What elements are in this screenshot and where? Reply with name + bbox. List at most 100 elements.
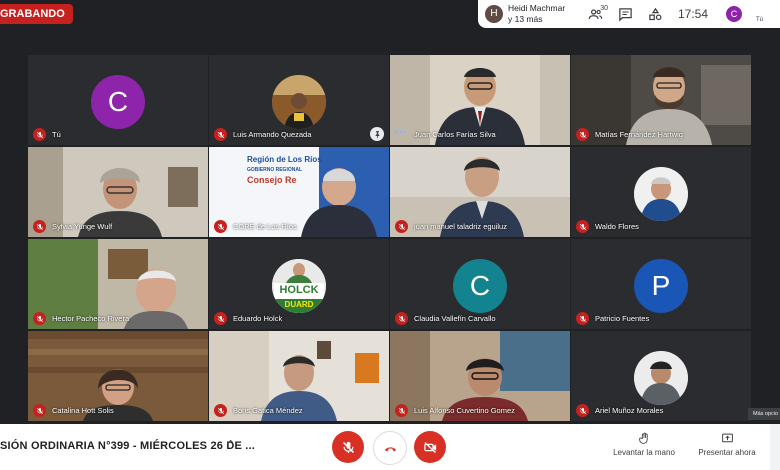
participant-photo (272, 75, 326, 129)
participant-tile[interactable]: Catalina Hott Solis (28, 331, 208, 421)
scrollbar[interactable] (770, 424, 780, 470)
present-icon (721, 433, 733, 443)
host-name: Heidi Machmar (508, 3, 566, 13)
participant-name: Ariel Muñoz Morales (595, 406, 664, 415)
participant-tile[interactable]: Luis Armando Quezada (209, 55, 389, 145)
participant-grid: C Tú Luis Armando Quezada ••• Juan Carlo… (28, 55, 754, 421)
mic-off-icon (217, 407, 224, 414)
participant-avatar: C (453, 259, 507, 313)
participant-tile[interactable]: Sylvia Yunge Wulf (28, 147, 208, 237)
mic-off-indicator (576, 404, 589, 417)
chat-button[interactable] (610, 0, 640, 28)
mic-off-indicator (33, 220, 46, 233)
participant-tile[interactable]: Boris Gatica Méndez (209, 331, 389, 421)
mic-off-icon (217, 131, 224, 138)
mic-off-icon (217, 223, 224, 230)
recording-label: GRABANDO (0, 8, 65, 20)
avatar-text: HOLCK (279, 284, 319, 296)
participant-tile[interactable]: ••• Juan Carlos Farías Silva (390, 55, 570, 145)
participant-tile[interactable]: Hector Pacheco Rivera (28, 239, 208, 329)
participant-photo: HOLCK DUARD (272, 259, 326, 313)
pin-button[interactable] (370, 127, 384, 141)
banner-line3: Consejo Re (247, 175, 297, 185)
participant-tile[interactable]: C Claudia Vallefín Carvallo (390, 239, 570, 329)
participant-tile[interactable]: Región de Los Ríos GOBIERNO REGIONAL Con… (209, 147, 389, 237)
participant-name: Waldo Flores (595, 222, 639, 231)
mic-off-indicator (395, 220, 408, 233)
mic-off-icon (579, 315, 586, 322)
mic-off-icon (398, 223, 405, 230)
participant-tile[interactable]: P Patricio Fuentes (571, 239, 751, 329)
more-options-tooltip: Más opcio (748, 408, 780, 420)
participant-photo (634, 351, 688, 405)
camera-toggle-button[interactable] (414, 431, 446, 463)
my-avatar[interactable]: C (726, 6, 742, 22)
participant-tile[interactable]: HOLCK DUARD Eduardo Holck (209, 239, 389, 329)
participant-tile[interactable]: Waldo Flores (571, 147, 751, 237)
people-button[interactable]: 30 (580, 0, 610, 28)
banner-line2: GOBIERNO REGIONAL (247, 167, 303, 173)
raise-hand-button[interactable]: Levantar la mano (608, 432, 680, 457)
camera-off-icon (423, 441, 436, 453)
participant-tile[interactable]: C Tú (28, 55, 208, 145)
meeting-title[interactable]: SIÓN ORDINARIA N°399 - MIÉRCOLES 26 DE .… (0, 440, 255, 452)
participant-tile[interactable]: juan manuel taladriz eguiluz (390, 147, 570, 237)
participant-name: Matías Fernández Hartwig (595, 130, 683, 139)
people-count: 30 (600, 5, 608, 12)
mic-off-indicator (214, 128, 227, 141)
participant-name: Eduardo Holck (233, 314, 283, 323)
mic-off-indicator (33, 128, 46, 141)
mic-off-indicator (33, 404, 46, 417)
host-others: y 13 más (508, 14, 543, 24)
participant-name: juan manuel taladriz eguiluz (414, 222, 507, 231)
host-info[interactable]: Heidi Machmar y 13 más (508, 3, 580, 25)
pin-icon (375, 130, 379, 138)
mic-off-indicator (214, 312, 227, 325)
mic-off-indicator (33, 312, 46, 325)
participant-name: Luis Alfonso Cuvertino Gomez (414, 406, 515, 415)
hang-up-icon (384, 446, 396, 451)
mic-off-icon (36, 131, 43, 138)
avatar-subtext: DUARD (284, 300, 314, 309)
mic-off-icon (217, 315, 224, 322)
raise-hand-label: Levantar la mano (613, 448, 675, 457)
mic-off-icon (36, 407, 43, 414)
mic-off-indicator (395, 404, 408, 417)
participant-name: Hector Pacheco Rivera (52, 314, 130, 323)
mic-off-icon (36, 223, 43, 230)
chevron-up-icon[interactable]: ⌃ (226, 438, 235, 451)
activities-button[interactable] (640, 0, 670, 28)
mic-toggle-button[interactable] (332, 431, 364, 463)
hand-icon (638, 432, 648, 444)
participant-avatar: C (91, 75, 145, 129)
participant-tile[interactable]: Ariel Muñoz Morales (571, 331, 751, 421)
host-avatar[interactable]: H (485, 5, 503, 23)
mic-off-icon (36, 315, 43, 322)
participant-name: Catalina Hott Solis (52, 406, 114, 415)
bottom-bar: SIÓN ORDINARIA N°399 - MIÉRCOLES 26 DE .… (0, 424, 770, 470)
participant-name: Luis Armando Quezada (233, 130, 312, 139)
participant-name: Juan Carlos Farías Silva (414, 130, 496, 139)
mic-off-icon (579, 223, 586, 230)
mic-off-icon (579, 407, 586, 414)
chat-icon (618, 7, 632, 22)
present-now-button[interactable]: Presentar ahora (692, 432, 762, 457)
participant-name: Patricio Fuentes (595, 314, 650, 323)
banner-text: Región de Los Ríos GOBIERNO REGIONAL Con… (247, 155, 322, 185)
mic-off-icon (579, 131, 586, 138)
my-label: Tú (756, 17, 764, 23)
participant-name: Boris Gatica Méndez (233, 406, 303, 415)
participant-tile[interactable]: Luis Alfonso Cuvertino Gomez (390, 331, 570, 421)
banner-line1: Región de Los Ríos (247, 155, 322, 164)
mic-off-icon (398, 315, 405, 322)
participant-tile[interactable]: Matías Fernández Hartwig (571, 55, 751, 145)
mic-off-indicator (214, 404, 227, 417)
mic-off-indicator (576, 312, 589, 325)
leave-call-button[interactable] (373, 431, 407, 465)
participant-avatar: P (634, 259, 688, 313)
clock: 17:54 (678, 7, 709, 21)
participant-name: Claudia Vallefín Carvallo (414, 314, 496, 323)
mic-off-indicator (576, 220, 589, 233)
mic-off-indicator (214, 220, 227, 233)
mic-off-indicator (576, 128, 589, 141)
